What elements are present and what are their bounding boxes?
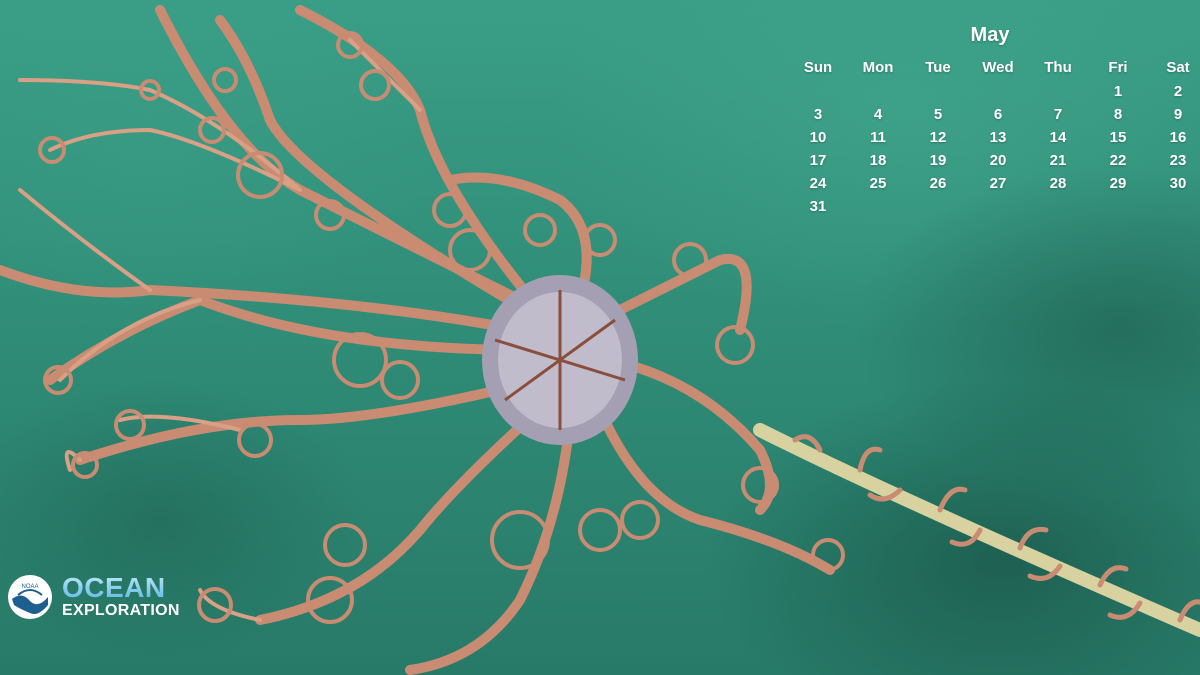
calendar-day: 14 [1049, 129, 1067, 146]
curled-arm-tips [38, 31, 845, 624]
calendar-day: 29 [1109, 175, 1127, 192]
calendar-day: 16 [1169, 129, 1187, 146]
calendar-day: 12 [929, 129, 947, 146]
logo-line-ocean: OCEAN [62, 574, 180, 602]
calendar-day: 30 [1169, 175, 1187, 192]
calendar-widget: May Sun Mon Tue Wed Thu Fri Sat 1 2 3 4 5 6 7 8 9 10 11 12… [790, 18, 1190, 218]
calendar-blank-cell [850, 80, 906, 103]
calendar-day: 15 [1109, 129, 1127, 146]
calendar-day: 22 [1109, 152, 1127, 169]
calendar-day: 17 [809, 152, 827, 169]
calendar-day: 28 [1049, 175, 1067, 192]
calendar-day: 10 [809, 129, 827, 146]
coral-polyps [792, 434, 1200, 623]
calendar-month-title: May [970, 24, 1010, 46]
logo-wordmark: OCEAN EXPLORATION [62, 574, 180, 620]
calendar-day: 11 [870, 129, 886, 146]
calendar-day: 31 [809, 198, 827, 215]
calendar-day: 24 [809, 175, 827, 192]
basket-star-arms [0, 5, 835, 675]
weekday-header: Sun [803, 59, 833, 76]
weekday-header: Fri [1108, 59, 1128, 76]
calendar-day: 7 [1053, 106, 1063, 123]
calendar-day: 1 [1113, 83, 1123, 100]
calendar-grid: Sun Mon Tue Wed Thu Fri Sat 1 2 3 4 5 6 7 8 9 10 11 12 13 14… [790, 56, 1190, 218]
noaa-seal-text: NOAA [21, 584, 38, 590]
calendar-day: 20 [989, 152, 1007, 169]
calendar-day: 6 [993, 106, 1003, 123]
noaa-seal-icon: NOAA [8, 575, 52, 619]
weekday-header: Thu [1044, 59, 1072, 76]
calendar-day: 21 [1049, 152, 1067, 169]
calendar-day: 23 [1169, 152, 1187, 169]
calendar-day: 2 [1173, 83, 1183, 100]
weekday-header: Wed [982, 59, 1014, 76]
calendar-day: 13 [989, 129, 1007, 146]
calendar-day: 25 [869, 175, 887, 192]
calendar-day: 26 [929, 175, 947, 192]
ocean-exploration-logo: NOAA OCEAN EXPLORATION [8, 573, 208, 621]
weekday-header: Tue [925, 59, 951, 76]
logo-line-exploration: EXPLORATION [62, 602, 180, 619]
calendar-day: 5 [933, 106, 943, 123]
calendar-blank-cell [910, 80, 966, 103]
calendar-day: 18 [869, 152, 887, 169]
calendar-day: 19 [929, 152, 947, 169]
weekday-header: Sat [1166, 59, 1190, 76]
calendar-day: 3 [813, 106, 823, 123]
calendar-day: 9 [1173, 106, 1183, 123]
calendar-day: 27 [989, 175, 1007, 192]
calendar-blank-cell [790, 80, 846, 103]
calendar-blank-cell [1030, 80, 1086, 103]
calendar-day: 8 [1113, 106, 1123, 123]
weekday-header: Mon [862, 59, 894, 76]
calendar-day: 4 [873, 106, 883, 123]
calendar-blank-cell [970, 80, 1026, 103]
